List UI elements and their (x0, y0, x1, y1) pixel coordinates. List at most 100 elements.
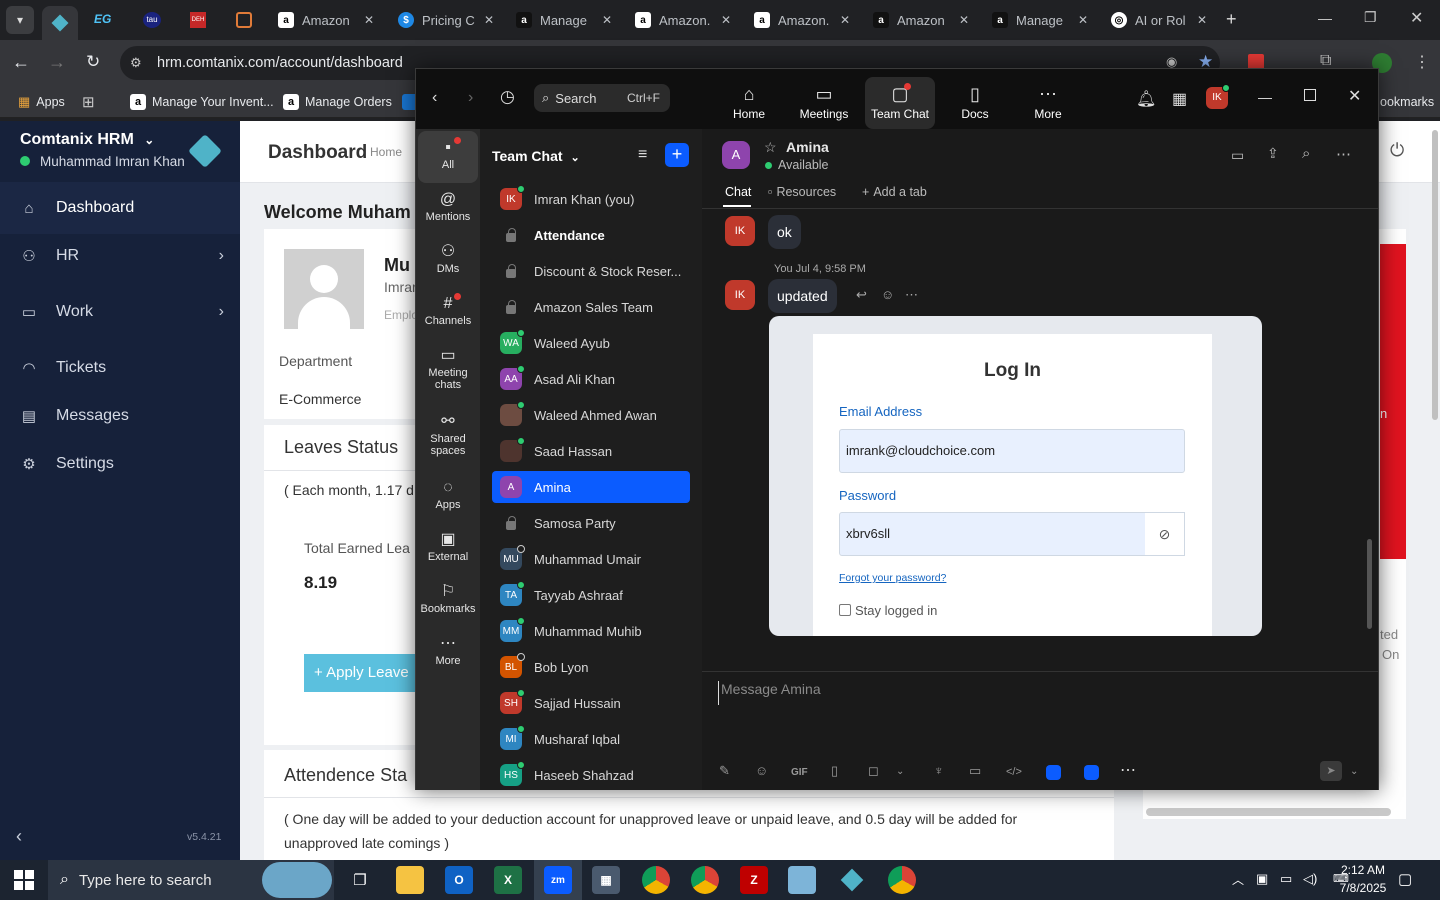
stay-logged-checkbox[interactable] (839, 604, 851, 616)
chevron-down-icon[interactable]: ⌄ (896, 766, 904, 777)
msg-avatar[interactable]: IK (725, 216, 755, 246)
contact-item[interactable]: Waleed Ahmed Awan (492, 399, 690, 431)
pinned-tab-eg[interactable]: EG (94, 12, 114, 28)
chat-contact-name[interactable]: Amina (786, 139, 829, 155)
screenshot-attachment[interactable]: Log In Email Address imrank@cloudchoice.… (769, 316, 1262, 636)
tab-openai[interactable]: ◎ AI or Rol ✕ (1103, 6, 1215, 34)
contact-item[interactable]: WA Waleed Ayub (492, 327, 690, 359)
chat-avatar[interactable]: A (722, 141, 750, 169)
all-bookmarks-label[interactable]: ookmarks (1380, 92, 1434, 112)
rail-dms[interactable]: ⚇ DMs (418, 235, 478, 287)
clock-time[interactable]: 2:12 AM (1333, 863, 1393, 877)
contact-item[interactable]: IK Imran Khan (you) (492, 183, 690, 215)
excel-icon[interactable]: X (494, 866, 522, 894)
composer-input[interactable]: Message Amina (718, 681, 1358, 705)
sidebar-collapse-icon[interactable]: ‹ (16, 826, 22, 847)
task-view-icon[interactable]: ❐ (346, 866, 374, 894)
video-message-icon[interactable]: ▭ (969, 763, 981, 779)
format-icon[interactable]: ✎ (719, 763, 730, 779)
back-button[interactable]: ← (12, 52, 30, 73)
zoom-app-icon[interactable]: zm (544, 866, 572, 894)
rail-shared-spaces[interactable]: ⚯ Shared spaces (418, 405, 478, 467)
bookmark-manage-orders[interactable]: a Manage Orders (283, 92, 392, 112)
filter-icon[interactable]: ≡ (638, 146, 647, 164)
more-options-icon[interactable]: ⋯ (1336, 145, 1351, 163)
send-options-icon[interactable]: ⌄ (1350, 766, 1358, 777)
contact-item[interactable]: BL Bob Lyon (492, 651, 690, 683)
close-icon[interactable]: ✕ (959, 13, 969, 27)
tab-manage-2[interactable]: a Manage ✕ (984, 6, 1096, 34)
rail-external[interactable]: ▣ External (418, 523, 478, 575)
contact-item[interactable]: Samosa Party (492, 507, 690, 539)
tab-docs[interactable]: ▯ Docs (940, 77, 1010, 129)
apply-leave-button[interactable]: + Apply Leave (304, 654, 416, 692)
contact-item[interactable]: MU Muhammad Umair (492, 543, 690, 575)
bell-icon[interactable]: 🔔︎ (1136, 89, 1156, 109)
calendar-icon[interactable]: ▦ (1172, 89, 1187, 109)
msg-avatar[interactable]: IK (725, 280, 755, 310)
zoom-search-box[interactable]: ⌕ Search Ctrl+F (534, 84, 670, 112)
tab-resources[interactable]: ▫ Resources (768, 185, 836, 199)
restore-browser-button[interactable]: ❐ (1364, 9, 1377, 26)
grid-icon[interactable]: ⊞ (82, 92, 95, 112)
video-call-icon[interactable]: ▭ (1231, 147, 1244, 164)
file-icon[interactable]: ▯ (831, 763, 838, 779)
sidebar-item-dashboard[interactable]: ⌂ Dashboard (0, 182, 240, 234)
tab-team-chat[interactable]: ▢ Team Chat (865, 77, 935, 129)
chrome-icon[interactable] (888, 866, 916, 894)
contact-item[interactable]: Discount & Stock Reser... (492, 255, 690, 287)
close-icon[interactable]: ✕ (840, 13, 850, 27)
contact-item[interactable]: Saad Hassan (492, 435, 690, 467)
rail-mentions[interactable]: @ Mentions (418, 183, 478, 235)
close-icon[interactable]: ✕ (602, 13, 612, 27)
tab-amazon-1[interactable]: a Amazon ✕ (270, 6, 382, 34)
outlook-icon[interactable]: O (445, 866, 473, 894)
tab-more[interactable]: ⋯ More (1013, 77, 1083, 129)
share-screen-icon[interactable]: ⇪ (1267, 145, 1279, 162)
url-text[interactable]: hrm.comtanix.com/account/dashboard (157, 55, 403, 71)
rail-more[interactable]: ⋯ More (418, 627, 478, 679)
search-icon[interactable]: ⌕ (1302, 145, 1310, 162)
pinned-tab-cube[interactable] (236, 12, 252, 28)
tab-manage-1[interactable]: a Manage ✕ (508, 6, 620, 34)
tab-search-button[interactable]: ▾ (6, 6, 34, 34)
notepad-icon[interactable] (788, 866, 816, 894)
rail-apps[interactable]: ◌ Apps (418, 471, 478, 523)
horizontal-scrollbar[interactable] (1146, 808, 1391, 816)
contact-item[interactable]: MM Muhammad Muhib (492, 615, 690, 647)
message-bubble[interactable]: updated (768, 279, 837, 313)
tray-icon[interactable]: ▣ (1256, 871, 1268, 887)
tab-meetings[interactable]: ▭ Meetings (789, 77, 859, 129)
page-scrollbar[interactable] (1432, 130, 1438, 420)
contact-item[interactable]: MI Musharaf Iqbal (492, 723, 690, 755)
brand-name[interactable]: Comtanix HRM ⌄ (20, 131, 154, 149)
team-chat-title[interactable]: Team Chat ⌄ (492, 148, 580, 164)
tab-amazon-4[interactable]: a Amazon ✕ (865, 6, 977, 34)
tab-home[interactable]: ⌂ Home (714, 77, 784, 129)
emoji-icon[interactable]: ☺ (755, 763, 768, 778)
close-icon[interactable]: ✕ (484, 13, 494, 27)
zoom-close-button[interactable]: ✕ (1348, 86, 1361, 106)
new-chat-button[interactable]: + (665, 143, 689, 167)
contact-item[interactable]: HS Haseeb Shahzad (492, 759, 690, 791)
tab-pricing[interactable]: $ Pricing C ✕ (390, 6, 502, 34)
screenshot-icon[interactable]: ◻ (868, 763, 879, 779)
chrome-icon[interactable] (642, 866, 670, 894)
send-button[interactable]: ➤ (1320, 761, 1342, 781)
password-field[interactable]: xbrv6sll (839, 512, 1146, 556)
contact-item[interactable]: A Amina (492, 471, 690, 503)
message-bubble[interactable]: ok (768, 215, 801, 249)
sidebar-item-settings[interactable]: ⚙ Settings (0, 438, 240, 490)
back-arrow-icon[interactable]: ‹ (432, 89, 437, 107)
forward-arrow-icon[interactable]: › (468, 89, 473, 107)
pinned-tab-active[interactable] (42, 6, 78, 40)
close-browser-button[interactable]: ✕ (1410, 8, 1423, 28)
tab-amazon-3[interactable]: a Amazon. ✕ (746, 6, 858, 34)
emoji-reaction-icon[interactable]: ☺ (881, 287, 894, 302)
contact-item[interactable]: Attendance (492, 219, 690, 251)
zoom-maximize-button[interactable] (1304, 89, 1316, 101)
file-explorer-icon[interactable] (396, 866, 424, 894)
close-icon[interactable]: ✕ (364, 13, 374, 27)
more-tools-icon[interactable]: ⋯ (1120, 760, 1136, 780)
hrm-app-icon[interactable] (838, 866, 866, 894)
